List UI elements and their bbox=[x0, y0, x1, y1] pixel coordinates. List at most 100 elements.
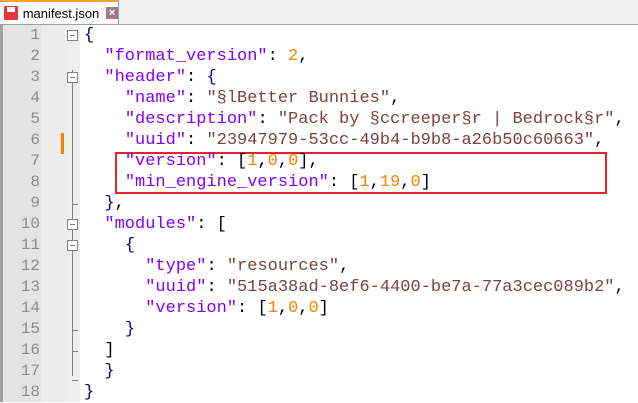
line-number: 7 bbox=[30, 152, 40, 170]
punctuation: : [ bbox=[237, 299, 268, 318]
bookmark-margin[interactable] bbox=[42, 25, 67, 402]
json-key: "name" bbox=[124, 89, 187, 108]
punctuation bbox=[84, 152, 125, 171]
line-number: 4 bbox=[30, 89, 40, 107]
punctuation: : bbox=[206, 257, 227, 276]
line-number: 1 bbox=[30, 26, 40, 44]
punctuation: , bbox=[298, 299, 309, 318]
json-string: "23947979-53cc-49b4-b9b8-a26b50c60663" bbox=[206, 131, 595, 150]
code-line[interactable]: { bbox=[84, 25, 94, 46]
code-line[interactable]: "uuid": "515a38ad-8ef6-4400-be7a-77a3cec… bbox=[84, 277, 625, 298]
json-number: 0 bbox=[308, 299, 319, 318]
punctuation: , bbox=[257, 152, 268, 171]
punctuation bbox=[84, 341, 104, 360]
punctuation: , bbox=[298, 47, 309, 66]
close-tab-icon[interactable]: × bbox=[106, 7, 118, 19]
code-line[interactable]: "version": [1,0,0], bbox=[84, 151, 319, 172]
line-number: 9 bbox=[30, 194, 40, 212]
line-number: 16 bbox=[20, 341, 40, 359]
punctuation: , bbox=[277, 299, 289, 318]
code-line[interactable]: "description": "Pack by §ccreeper§r | Be… bbox=[84, 109, 625, 130]
brace: { bbox=[84, 26, 95, 45]
code-line[interactable]: "modules": [ bbox=[84, 214, 227, 235]
json-number: 19 bbox=[379, 173, 401, 192]
json-number: 0 bbox=[288, 152, 299, 171]
line-number: 8 bbox=[30, 173, 40, 191]
punctuation bbox=[84, 278, 145, 297]
fold-end-icon bbox=[72, 204, 78, 205]
punctuation bbox=[84, 131, 125, 150]
punctuation: , bbox=[400, 173, 411, 192]
tab-manifest-json[interactable]: manifest.json × bbox=[0, 0, 119, 24]
code-line[interactable]: } bbox=[84, 319, 135, 340]
line-number: 3 bbox=[30, 68, 40, 86]
code-line[interactable]: } bbox=[84, 361, 114, 382]
punctuation: , bbox=[277, 152, 289, 171]
code-line[interactable]: ] bbox=[84, 340, 115, 361]
saved-file-icon bbox=[4, 6, 18, 20]
punctuation: : [ bbox=[328, 173, 360, 192]
punctuation bbox=[84, 320, 125, 339]
change-marker bbox=[61, 133, 64, 154]
punctuation bbox=[84, 215, 104, 234]
punctuation bbox=[84, 299, 145, 318]
fold-toggle-icon[interactable] bbox=[67, 72, 78, 83]
line-number: 6 bbox=[30, 131, 40, 149]
brace: } bbox=[104, 194, 115, 213]
json-number: 0 bbox=[410, 173, 421, 192]
punctuation: , bbox=[390, 89, 401, 108]
code-line[interactable]: "version": [1,0,0] bbox=[84, 298, 329, 319]
punctuation bbox=[84, 68, 104, 87]
code-line[interactable]: "min_engine_version": [1,19,0] bbox=[84, 172, 431, 193]
line-number: 10 bbox=[20, 215, 40, 233]
punctuation bbox=[84, 362, 104, 381]
punctuation: : bbox=[186, 68, 207, 87]
code-line[interactable]: }, bbox=[84, 193, 125, 214]
punctuation: : bbox=[206, 278, 227, 297]
punctuation bbox=[84, 236, 125, 255]
code-line[interactable]: "header": { bbox=[84, 67, 217, 88]
line-number: 2 bbox=[30, 47, 40, 65]
code-line[interactable]: { bbox=[84, 235, 135, 256]
punctuation: , bbox=[339, 257, 350, 276]
punctuation: ] bbox=[420, 173, 431, 192]
punctuation: ] bbox=[104, 341, 115, 360]
brace: } bbox=[124, 320, 136, 339]
line-number: 12 bbox=[20, 257, 40, 275]
brace: } bbox=[84, 383, 95, 402]
line-number: 11 bbox=[20, 236, 40, 254]
json-key: "type" bbox=[145, 257, 207, 276]
line-number: 13 bbox=[20, 278, 40, 296]
code-editor[interactable]: 1{2 "format_version": 2, 3 "header": {4 "… bbox=[0, 25, 638, 402]
json-string: "§lBetter Bunnies" bbox=[206, 89, 391, 108]
punctuation: : [ bbox=[196, 215, 227, 234]
line-number: 14 bbox=[20, 299, 40, 317]
json-string: "515a38ad-8ef6-4400-be7a-77a3cec089b2" bbox=[226, 278, 615, 297]
code-line[interactable]: } bbox=[84, 382, 94, 403]
fold-toggle-icon[interactable] bbox=[67, 30, 78, 41]
json-number: 1 bbox=[247, 152, 258, 171]
json-key: "header" bbox=[104, 68, 187, 87]
code-line[interactable]: "type": "resources", bbox=[84, 256, 349, 277]
json-number: 0 bbox=[288, 299, 299, 318]
punctuation: : bbox=[186, 89, 207, 108]
json-number: 1 bbox=[267, 299, 278, 318]
punctuation: : bbox=[267, 47, 289, 66]
json-key: "min_engine_version" bbox=[124, 173, 329, 192]
fold-toggle-icon[interactable] bbox=[67, 219, 78, 230]
json-key: "uuid" bbox=[145, 278, 207, 297]
brace: { bbox=[124, 236, 136, 255]
json-string: "Pack by §ccreeper§r | Bedrock§r" bbox=[277, 110, 615, 129]
code-line[interactable]: "name": "§lBetter Bunnies", bbox=[84, 88, 400, 109]
brace: { bbox=[206, 68, 217, 87]
fold-end-icon bbox=[72, 380, 78, 381]
punctuation bbox=[84, 173, 125, 192]
fold-toggle-icon[interactable] bbox=[67, 240, 78, 251]
code-line[interactable]: "uuid": "23947979-53cc-49b4-b9b8-a26b50c… bbox=[84, 130, 605, 151]
json-key: "version" bbox=[124, 152, 217, 171]
punctuation: , bbox=[114, 194, 125, 213]
json-number: 1 bbox=[359, 173, 370, 192]
code-line[interactable]: "format_version": 2, bbox=[84, 46, 308, 67]
punctuation: ] bbox=[318, 299, 329, 318]
punctuation: : [ bbox=[216, 152, 248, 171]
